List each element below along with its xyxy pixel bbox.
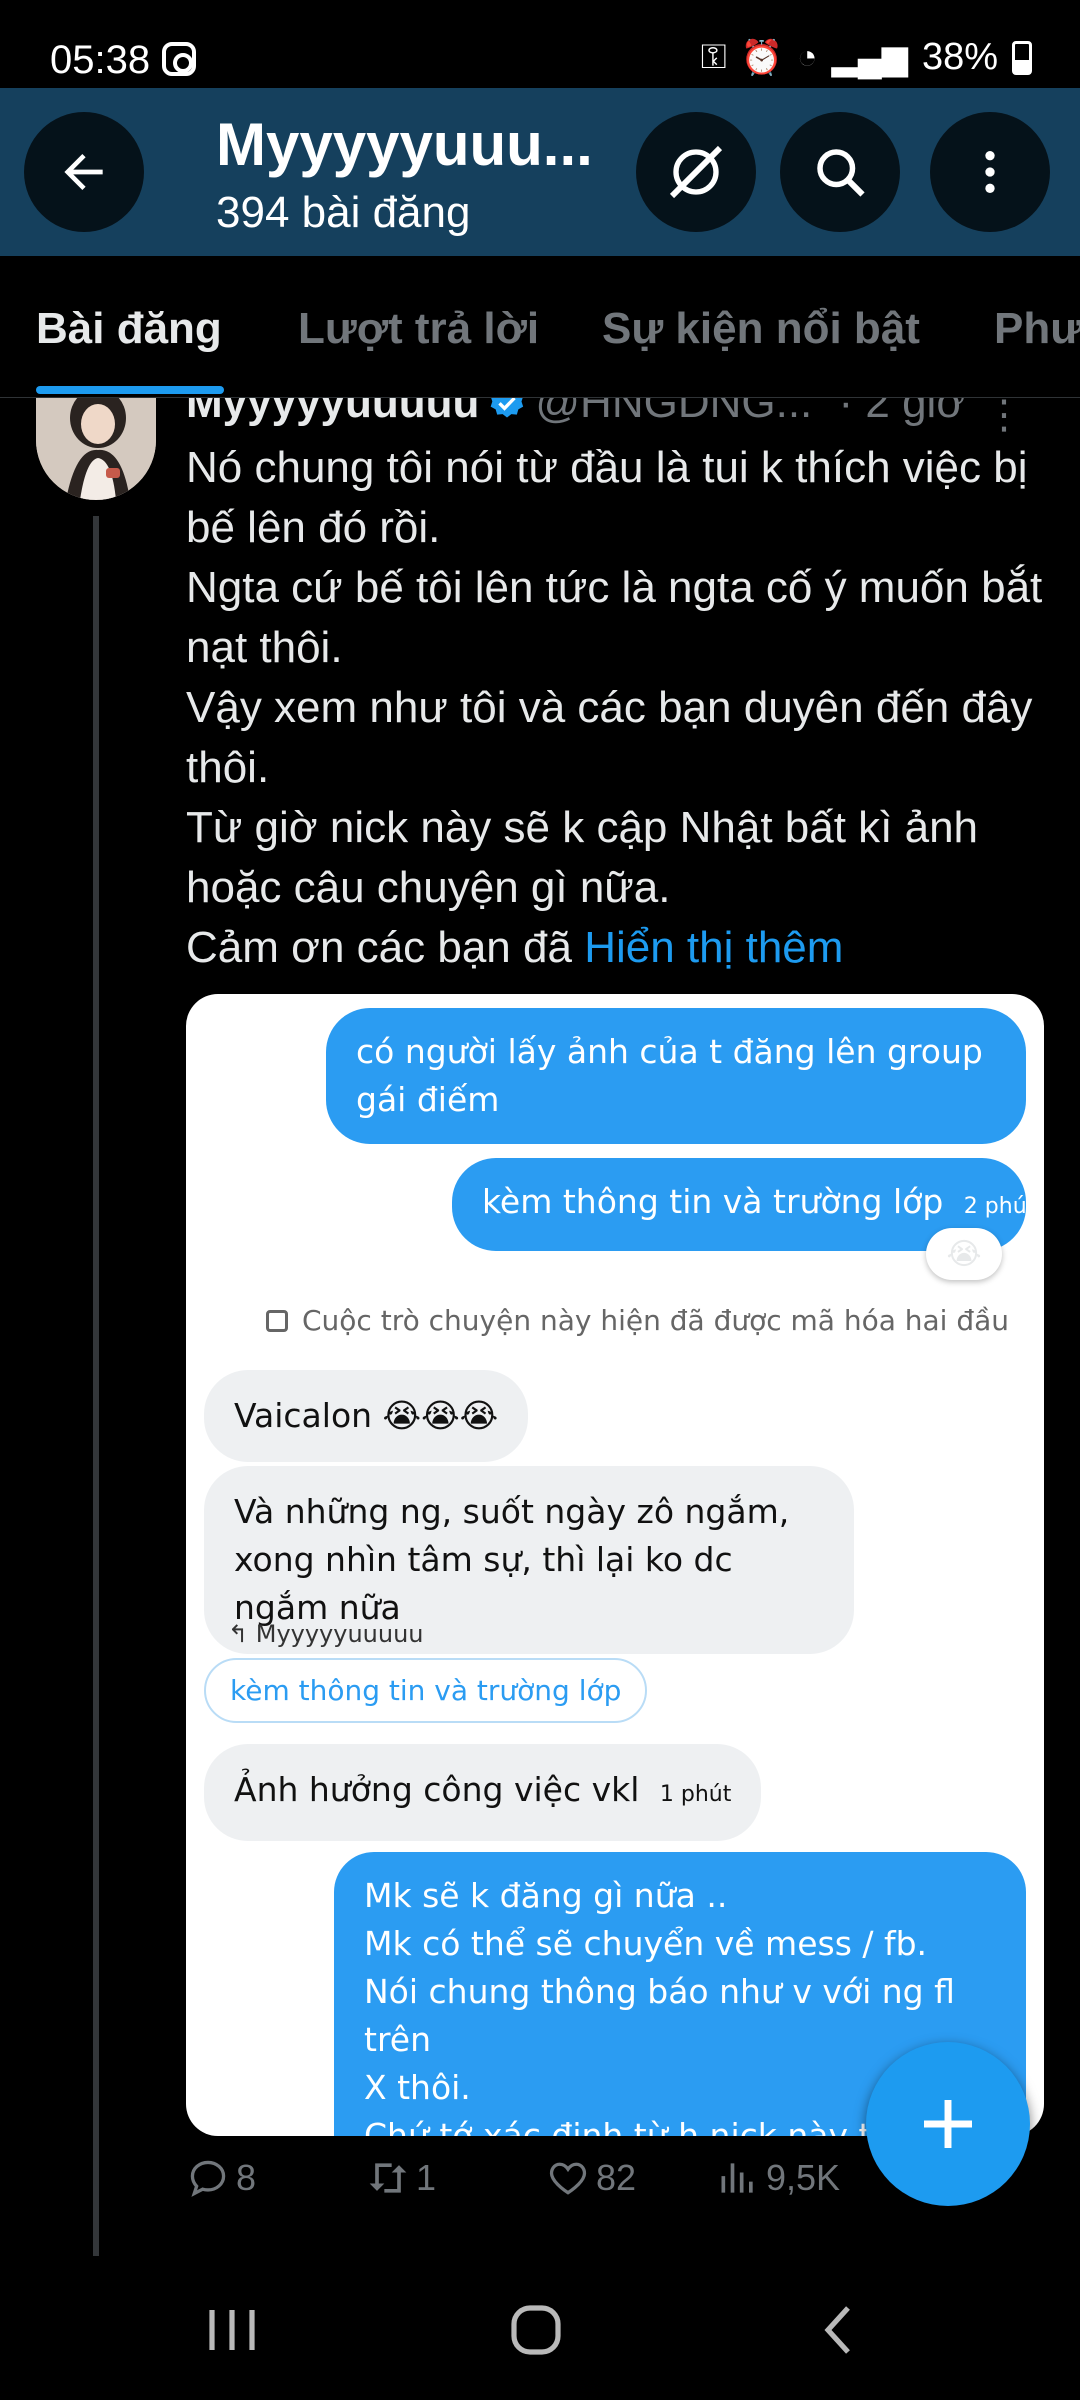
back-arrow-icon bbox=[64, 154, 103, 190]
active-tab-indicator bbox=[36, 386, 224, 394]
signal-icon: ▂▄▆ bbox=[831, 38, 908, 77]
nav-back-button[interactable] bbox=[800, 2300, 880, 2360]
more-vertical-icon bbox=[985, 151, 995, 193]
chat-message-incoming: Ảnh hưởng công việc vkl 1 phút bbox=[204, 1744, 762, 1841]
like-button[interactable]: 82 bbox=[546, 2156, 716, 2200]
reply-button[interactable]: 8 bbox=[186, 2156, 366, 2200]
battery-icon bbox=[1012, 40, 1032, 75]
chat-message-time: 2 phút bbox=[963, 1194, 1036, 1219]
post-image[interactable]: có người lấy ảnh của t đăng lên group gá… bbox=[186, 994, 1044, 2136]
wifi-icon: ◔ bbox=[797, 38, 818, 76]
views-icon bbox=[721, 2163, 753, 2193]
chat-message-incoming: Vaicalon 😭😭😭 bbox=[204, 1370, 529, 1462]
chat-message-text: kèm thông tin và trường lớp bbox=[482, 1182, 944, 1221]
avatar[interactable] bbox=[36, 398, 156, 500]
show-more-link[interactable]: Hiển thị thêm bbox=[584, 923, 843, 972]
alarm-icon: ⏰ bbox=[740, 38, 783, 77]
more-options-button[interactable] bbox=[930, 112, 1050, 232]
encryption-notice-text: Cuộc trò chuyện này hiện đã được mã hóa … bbox=[302, 1304, 1010, 1337]
post-count: 394 bài đăng bbox=[216, 188, 471, 237]
lock-icon bbox=[266, 1310, 288, 1332]
chat-line: Mk có thể sẽ chuyển về mess / fb. bbox=[364, 1924, 928, 1963]
grok-icon bbox=[669, 145, 723, 199]
search-button[interactable] bbox=[780, 112, 900, 232]
battery-percent: 38% bbox=[921, 36, 998, 78]
repost-count: 1 bbox=[416, 2157, 437, 2198]
chat-line: Mk sẽ k đăng gì nữa .. bbox=[364, 1876, 728, 1915]
chat-message-time: 1 phút bbox=[659, 1782, 732, 1807]
verified-badge-icon bbox=[491, 398, 524, 418]
search-icon bbox=[817, 149, 865, 197]
tab-replies[interactable]: Lượt trả lời bbox=[298, 304, 539, 354]
quoted-reply: kèm thông tin và trường lớp bbox=[204, 1658, 648, 1723]
thread-line bbox=[93, 516, 99, 2256]
reply-count: 8 bbox=[236, 2157, 257, 2198]
system-nav-bar bbox=[0, 2258, 1080, 2400]
profile-tabs: Bài đăng Lượt trả lời Sự kiện nổi bật Ph… bbox=[0, 256, 1080, 398]
post-line: Cảm ơn các bạn đã Hiển thị thêm bbox=[186, 918, 1046, 978]
post-line: Vậy xem như tôi và các bạn duyên đến đây… bbox=[186, 683, 1033, 792]
post-more-icon[interactable]: ⋮ bbox=[984, 398, 1024, 438]
view-count: 9,5K bbox=[766, 2157, 841, 2198]
post-text: Nó chung tôi nói từ đầu là tui k thích v… bbox=[186, 438, 1046, 978]
author-handle: @HNGDNG... bbox=[535, 398, 813, 427]
instagram-notification-icon bbox=[162, 42, 196, 76]
status-bar: 05:38 ⚿ ⏰ ◔ ▂▄▆ 38% bbox=[0, 0, 1080, 88]
recents-button[interactable] bbox=[192, 2300, 272, 2360]
key-icon: ⚿ bbox=[700, 38, 727, 76]
grok-button[interactable] bbox=[636, 112, 756, 232]
post-line-text: Cảm ơn các bạn đã bbox=[186, 923, 572, 972]
reply-icon bbox=[190, 2160, 226, 2197]
profile-title: Myyyyyuuu... bbox=[216, 111, 593, 178]
post-line: Nó chung tôi nói từ đầu là tui k thích v… bbox=[186, 443, 1028, 552]
compose-button[interactable] bbox=[866, 2042, 1030, 2206]
tab-posts[interactable]: Bài đăng bbox=[36, 304, 222, 354]
profile-header: Myyyyyuuu... 394 bài đăng bbox=[0, 88, 1080, 256]
chat-message-outgoing: có người lấy ảnh của t đăng lên group gá… bbox=[326, 1008, 1026, 1144]
like-icon bbox=[549, 2162, 587, 2195]
repost-icon bbox=[369, 2163, 407, 2193]
post[interactable]: Myyyyyuuuuu @HNGDNG... · 2 giờ ⋮ Nó chung… bbox=[0, 398, 1080, 2258]
nav-back-icon bbox=[824, 2306, 850, 2354]
crying-emoji-reaction: 😭 bbox=[926, 1228, 1002, 1280]
encryption-notice: Cuộc trò chuyện này hiện đã được mã hóa … bbox=[266, 1304, 1009, 1337]
status-time: 05:38 bbox=[50, 38, 151, 82]
back-button[interactable] bbox=[24, 112, 144, 232]
recents-icon bbox=[209, 2310, 255, 2350]
post-header: Myyyyyuuuuu @HNGDNG... · 2 giờ bbox=[186, 398, 965, 428]
compose-plus-icon bbox=[924, 2100, 972, 2148]
reply-to-label: ↰ Myyyyyuuuuu bbox=[228, 1620, 424, 1648]
chat-message-text: Ảnh hưởng công việc vkl bbox=[234, 1770, 640, 1809]
like-count: 82 bbox=[596, 2157, 637, 2198]
post-line: Từ giờ nick này sẽ k cập Nhật bất kì ảnh… bbox=[186, 803, 979, 912]
tab-highlights[interactable]: Sự kiện nổi bật bbox=[602, 304, 920, 354]
post-time: · 2 giờ bbox=[838, 398, 966, 427]
chat-line: Nói chung thông báo như v với ng fl trên bbox=[364, 1972, 955, 2059]
home-button[interactable] bbox=[496, 2300, 576, 2360]
post-line: Ngta cứ bế tôi lên tức là ngta cố ý muốn… bbox=[186, 563, 1043, 672]
tab-more[interactable]: Phư bbox=[994, 304, 1080, 354]
home-icon bbox=[511, 2305, 561, 2355]
repost-button[interactable]: 1 bbox=[366, 2156, 546, 2200]
author-name[interactable]: Myyyyyuuuuu bbox=[186, 398, 479, 427]
status-indicators: ⚿ ⏰ ◔ ▂▄▆ 38% bbox=[701, 36, 1032, 79]
